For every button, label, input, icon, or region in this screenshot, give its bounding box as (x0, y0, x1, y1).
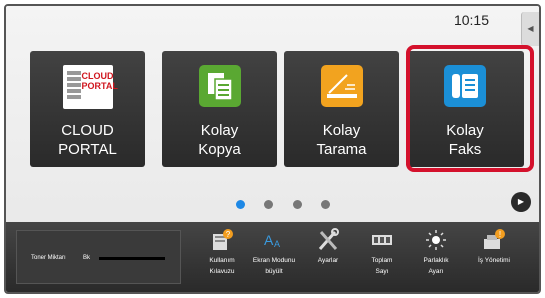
logo-line-2: PORTAL (81, 81, 118, 91)
toner-level-bar (99, 257, 165, 260)
next-page-button[interactable]: ▶ (511, 192, 531, 212)
shortcut-tiles: CLOUD PORTAL CLOUD PORTAL Kolay Kopya Ko… (28, 51, 528, 169)
side-panel-tab[interactable]: ◀ (521, 12, 539, 46)
book-icon: ? (213, 229, 233, 250)
enlarge-display-button[interactable]: A A Ekran Modunu büyült (248, 228, 300, 277)
page-dot-4[interactable] (321, 200, 331, 209)
svg-text:A: A (274, 239, 280, 249)
tile-easy-copy[interactable]: Kolay Kopya (162, 51, 277, 167)
play-arrow-icon: ▶ (517, 197, 525, 206)
toner-level-panel: Toner Miktarı Bk (16, 230, 181, 284)
clock: 10:15 (453, 12, 489, 28)
svg-text:?: ? (226, 230, 231, 239)
settings-button[interactable]: Ayarlar (302, 228, 354, 266)
bottom-item-label: İş Yönetimi (477, 257, 511, 264)
counter-icon (372, 235, 392, 245)
text-zoom-icon: A A (264, 232, 280, 249)
home-screen: 10:15 ◀ CLOUD PORTAL CLOUD PORTAL Kolay … (6, 6, 539, 292)
tile-cloud-portal[interactable]: CLOUD PORTAL CLOUD PORTAL (30, 51, 145, 167)
bottom-item-label: Ayarlar (317, 257, 339, 264)
bottom-item-label: Toplam Sayı (371, 257, 393, 275)
tile-label: Kolay Faks (446, 122, 484, 158)
tile-easy-fax[interactable]: Kolay Faks (406, 51, 524, 167)
total-count-button[interactable]: Toplam Sayı (356, 228, 408, 277)
job-status-icon: ! (484, 229, 505, 249)
tools-icon (318, 228, 339, 250)
tile-label: Kolay Kopya (198, 122, 241, 158)
page-indicator (236, 196, 345, 214)
brightness-button[interactable]: Parlaklık Ayarı (410, 228, 462, 277)
toner-label: Toner Miktarı (31, 255, 66, 261)
toner-color-label: Bk (83, 255, 91, 261)
cloud-portal-logo: CLOUD PORTAL (62, 65, 118, 109)
page-dot-2[interactable] (264, 200, 274, 209)
tile-label: Kolay Tarama (316, 122, 367, 158)
svg-text:A: A (264, 232, 274, 248)
fax-icon (444, 65, 486, 107)
job-status-button[interactable]: ! İş Yönetimi (468, 228, 520, 266)
svg-text:!: ! (499, 230, 501, 239)
bottom-item-label: Ekran Modunu büyült (252, 257, 296, 275)
bottom-bar: Toner Miktarı Bk ? Kullanım Kılavuzu A A (6, 222, 539, 292)
bottom-item-label: Kullanım Kılavuzu (209, 257, 235, 275)
scan-icon (320, 65, 363, 107)
page-dot-1[interactable] (236, 200, 245, 209)
page-dot-3[interactable] (292, 200, 302, 209)
brightness-icon (426, 230, 446, 250)
tile-label: CLOUD PORTAL (58, 122, 117, 158)
tile-easy-scan[interactable]: Kolay Tarama (284, 51, 399, 167)
copy-icon (198, 65, 241, 107)
bottom-item-label: Parlaklık Ayarı (423, 257, 449, 275)
control-panel: 10:15 ◀ CLOUD PORTAL CLOUD PORTAL Kolay … (4, 4, 541, 294)
user-manual-button[interactable]: ? Kullanım Kılavuzu (196, 228, 248, 277)
logo-line-1: CLOUD (81, 71, 114, 81)
